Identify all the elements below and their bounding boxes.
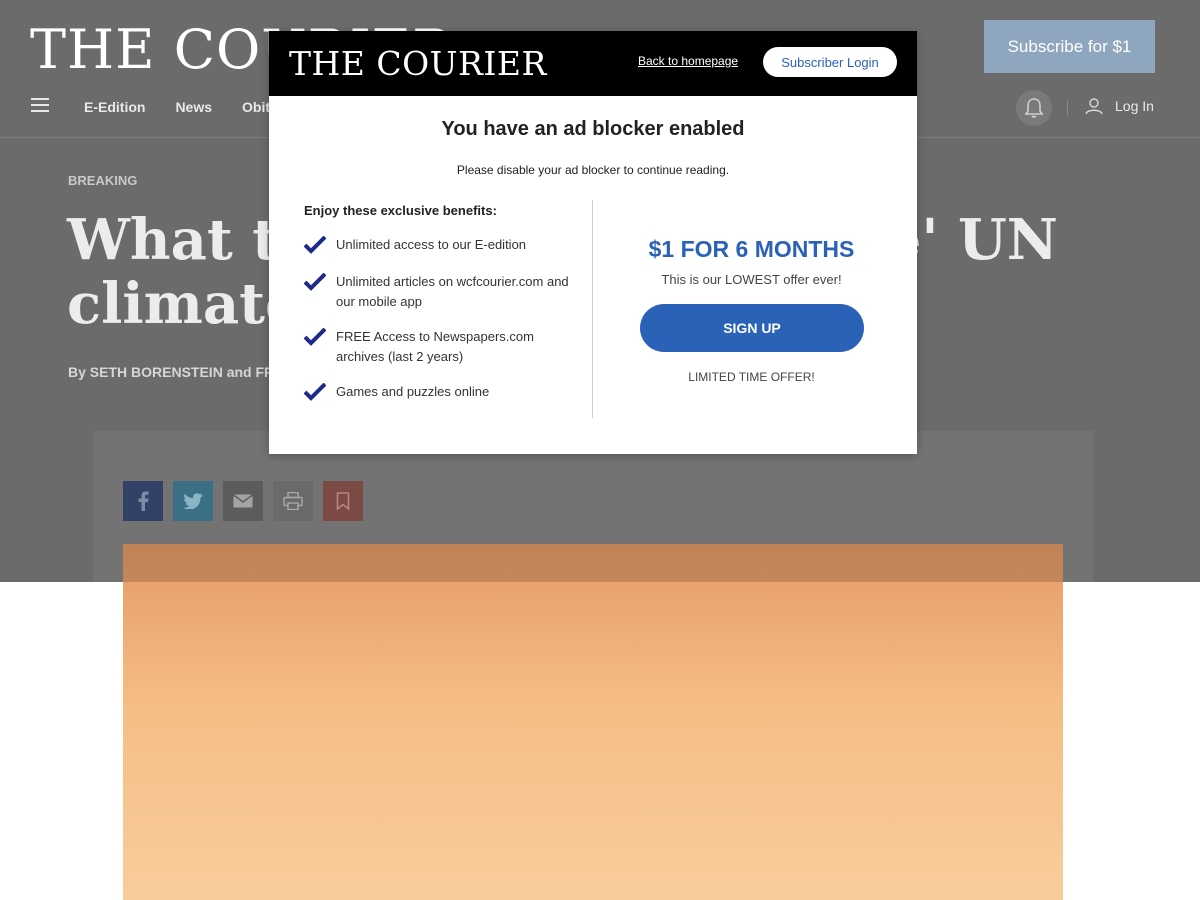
back-to-homepage-link[interactable]: Back to homepage — [638, 54, 738, 68]
menu-icon[interactable] — [31, 98, 49, 116]
bell-icon[interactable] — [1016, 90, 1052, 126]
benefit-text: Games and puzzles online — [336, 384, 490, 399]
benefit-text: Unlimited access to our E-edition — [336, 237, 527, 252]
hero-image-dim — [123, 544, 1063, 582]
nav-item-e-edition[interactable]: E-Edition — [84, 99, 145, 115]
bookmark-icon[interactable] — [323, 481, 363, 521]
benefit-item: Unlimited articles on wcfcourier.com and… — [304, 272, 576, 312]
benefit-item: FREE Access to Newspapers.com archives (… — [304, 327, 576, 367]
benefits-heading: Enjoy these exclusive benefits: — [304, 203, 497, 218]
email-icon[interactable] — [223, 481, 263, 521]
hero-image — [123, 544, 1063, 900]
modal-divider — [592, 200, 593, 418]
check-icon — [304, 383, 326, 401]
sign-up-button[interactable]: SIGN UP — [640, 304, 864, 352]
modal-logo: THE COURIER — [289, 44, 547, 83]
subscribe-button[interactable]: Subscribe for $1 — [984, 20, 1155, 73]
modal-subtitle: Please disable your ad blocker to contin… — [456, 163, 730, 177]
adblock-modal: THE COURIER Back to homepage Subscriber … — [269, 31, 917, 454]
check-icon — [304, 273, 326, 291]
benefit-item: Unlimited access to our E-edition — [304, 235, 576, 255]
check-icon — [304, 328, 326, 346]
user-icon — [1085, 98, 1103, 115]
print-icon[interactable] — [273, 481, 313, 521]
modal-title: You have an ad blocker enabled — [441, 118, 745, 140]
benefit-text: FREE Access to Newspapers.com archives (… — [336, 329, 534, 364]
limited-offer-note: LIMITED TIME OFFER! — [688, 370, 815, 384]
modal-header: THE COURIER Back to homepage Subscriber … — [269, 31, 917, 96]
offer-subtitle: This is our LOWEST offer ever! — [661, 272, 842, 287]
offer-price: $1 FOR 6 MONTHS — [648, 236, 855, 262]
benefit-text: Unlimited articles on wcfcourier.com and… — [336, 274, 569, 309]
nav-links: E-Edition News Obit — [84, 99, 270, 115]
login-label: Log In — [1115, 98, 1154, 114]
share-tools — [123, 481, 363, 521]
article-kicker[interactable]: BREAKING — [68, 173, 137, 188]
nav-item-news[interactable]: News — [175, 99, 212, 115]
article-byline: By SETH BORENSTEIN and FR — [68, 364, 275, 380]
benefit-item: Games and puzzles online — [304, 382, 576, 402]
check-icon — [304, 236, 326, 254]
nav-item-obituaries[interactable]: Obit — [242, 99, 270, 115]
facebook-icon[interactable] — [123, 481, 163, 521]
twitter-icon[interactable] — [173, 481, 213, 521]
nav-divider — [1067, 100, 1068, 116]
subscriber-login-button[interactable]: Subscriber Login — [763, 47, 897, 77]
login-link[interactable]: Log In — [1085, 97, 1154, 115]
